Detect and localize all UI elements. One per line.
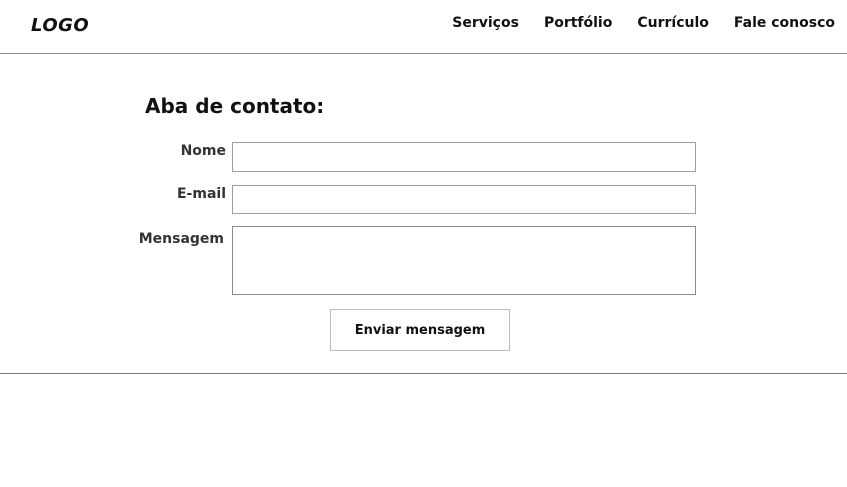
name-input[interactable]: [232, 142, 696, 172]
nav-item-curriculo[interactable]: Currículo: [637, 15, 709, 31]
logo[interactable]: LOGO: [31, 15, 89, 36]
email-input[interactable]: [232, 185, 696, 214]
nav-item-fale-conosco[interactable]: Fale conosco: [734, 15, 835, 31]
nav-item-servicos[interactable]: Serviços: [452, 15, 519, 31]
nav-item-portfolio[interactable]: Portfólio: [544, 15, 612, 31]
message-textarea[interactable]: [232, 226, 696, 295]
message-label: Mensagem: [138, 231, 224, 247]
contact-form-title: Aba de contato:: [145, 94, 325, 118]
send-message-button[interactable]: Enviar mensagem: [330, 309, 510, 351]
main-nav: Serviços Portfólio Currículo Fale conosc…: [452, 15, 835, 31]
name-label: Nome: [180, 143, 226, 159]
email-label: E-mail: [176, 186, 226, 202]
site-header: LOGO Serviços Portfólio Currículo Fale c…: [0, 0, 847, 54]
section-divider: [0, 373, 847, 374]
